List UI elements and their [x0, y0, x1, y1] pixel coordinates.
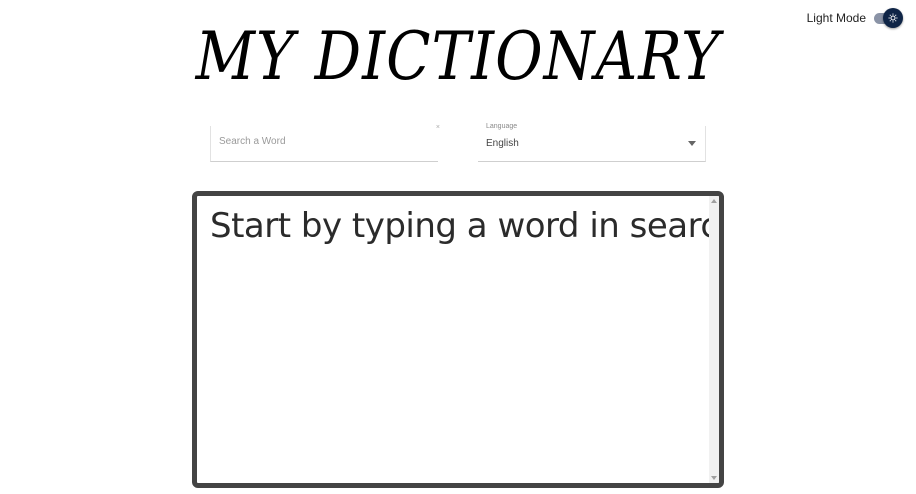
page-title: MY DICTIONARY — [195, 16, 721, 96]
search-field[interactable]: × — [210, 124, 440, 162]
chevron-down-icon[interactable] — [688, 141, 696, 146]
results-panel: Start by typing a word in search — [192, 191, 724, 488]
scroll-up-arrow-icon[interactable] — [711, 199, 717, 203]
language-select[interactable]: Language English — [478, 123, 706, 162]
language-selected-value: English — [486, 138, 519, 149]
language-label: Language — [486, 123, 518, 130]
scroll-down-arrow-icon[interactable] — [711, 476, 717, 480]
close-icon[interactable]: × — [436, 124, 440, 131]
search-input[interactable] — [219, 136, 424, 147]
results-placeholder-text: Start by typing a word in search — [210, 206, 724, 246]
results-scrollbar[interactable] — [709, 196, 719, 483]
